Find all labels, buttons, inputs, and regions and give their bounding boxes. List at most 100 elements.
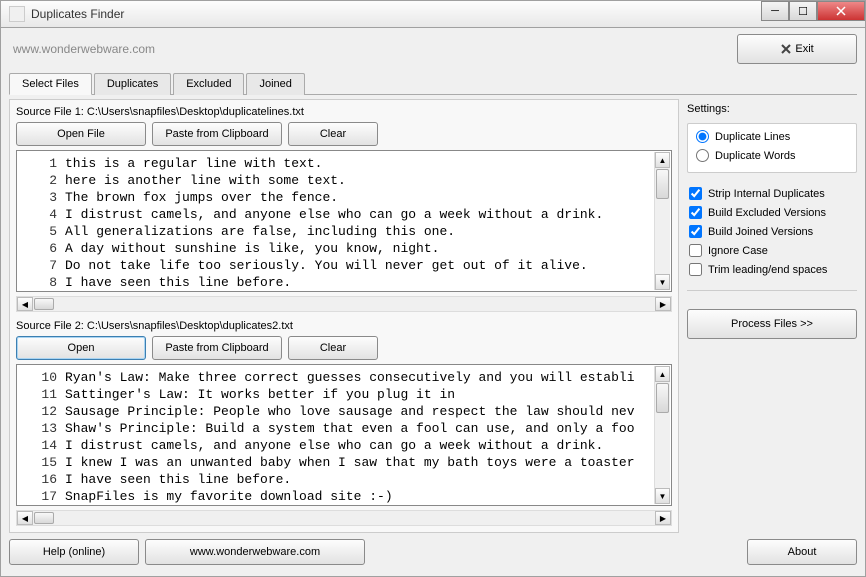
line-number: 10 (17, 369, 65, 386)
scroll-up-icon[interactable]: ▲ (655, 152, 670, 168)
radio-duplicate-lines[interactable]: Duplicate Lines (696, 130, 848, 143)
text-line[interactable]: 10Ryan's Law: Make three correct guesses… (17, 369, 671, 386)
line-number: 11 (17, 386, 65, 403)
line-text: SnapFiles is my favorite download site :… (65, 488, 393, 505)
text-line[interactable]: 7Do not take life too seriously. You wil… (17, 257, 671, 274)
text-line[interactable]: 6A day without sunshine is like, you kno… (17, 240, 671, 257)
check-trim-input[interactable] (689, 263, 702, 276)
text-line[interactable]: 13Shaw's Principle: Build a system that … (17, 420, 671, 437)
source2-clear-button[interactable]: Clear (288, 336, 378, 360)
line-text: I distrust camels, and anyone else who c… (65, 437, 603, 454)
line-text: The brown fox jumps over the fence. (65, 189, 338, 206)
text-line[interactable]: 4I distrust camels, and anyone else who … (17, 206, 671, 223)
radio-lines-input[interactable] (696, 130, 709, 143)
source1-hscrollbar[interactable]: ◀ ▶ (16, 296, 672, 312)
text-line[interactable]: 2here is another line with some text. (17, 172, 671, 189)
window-title: Duplicates Finder (31, 7, 124, 21)
process-files-button[interactable]: Process Files >> (687, 309, 857, 339)
check-excluded-input[interactable] (689, 206, 702, 219)
line-text: Do not take life too seriously. You will… (65, 257, 588, 274)
scroll-thumb[interactable] (34, 298, 54, 310)
app-icon (9, 6, 25, 22)
text-line[interactable]: 17SnapFiles is my favorite download site… (17, 488, 671, 505)
line-number: 17 (17, 488, 65, 505)
line-number: 1 (17, 155, 65, 172)
text-line[interactable]: 3The brown fox jumps over the fence. (17, 189, 671, 206)
line-text: I distrust camels, and anyone else who c… (65, 206, 603, 223)
text-line[interactable]: 1this is a regular line with text. (17, 155, 671, 172)
text-line[interactable]: 8I have seen this line before. (17, 274, 671, 291)
line-text: Sattinger's Law: It works better if you … (65, 386, 455, 403)
check-strip-input[interactable] (689, 187, 702, 200)
source1-clear-button[interactable]: Clear (288, 122, 378, 146)
about-button[interactable]: About (747, 539, 857, 565)
exit-label: Exit (795, 43, 813, 55)
close-button[interactable] (817, 1, 865, 21)
scroll-thumb[interactable] (656, 169, 669, 199)
tab-duplicates[interactable]: Duplicates (94, 73, 171, 95)
text-line[interactable]: 11Sattinger's Law: It works better if yo… (17, 386, 671, 403)
check-joined-label: Build Joined Versions (708, 226, 813, 238)
scroll-down-icon[interactable]: ▼ (655, 488, 670, 504)
check-joined-input[interactable] (689, 225, 702, 238)
text-line[interactable]: 14I distrust camels, and anyone else who… (17, 437, 671, 454)
line-text: I have seen this line before. (65, 471, 291, 488)
line-number: 8 (17, 274, 65, 291)
source1-paste-button[interactable]: Paste from Clipboard (152, 122, 282, 146)
line-number: 4 (17, 206, 65, 223)
source2-hscrollbar[interactable]: ◀ ▶ (16, 510, 672, 526)
line-text: Shaw's Principle: Build a system that ev… (65, 420, 635, 437)
source1-vscrollbar[interactable]: ▲ ▼ (654, 152, 670, 290)
scroll-left-icon[interactable]: ◀ (17, 511, 33, 525)
radio-duplicate-words[interactable]: Duplicate Words (696, 149, 848, 162)
exit-button[interactable]: Exit (737, 34, 857, 64)
tab-strip: Select Files Duplicates Excluded Joined (9, 72, 857, 95)
scroll-right-icon[interactable]: ▶ (655, 511, 671, 525)
source1-open-button[interactable]: Open File (16, 122, 146, 146)
close-icon (780, 43, 792, 55)
help-button[interactable]: Help (online) (9, 539, 139, 565)
source1-textarea[interactable]: 1this is a regular line with text.2here … (16, 150, 672, 292)
settings-divider (687, 290, 857, 291)
line-text: Sausage Principle: People who love sausa… (65, 403, 635, 420)
mode-group: Duplicate Lines Duplicate Words (687, 123, 857, 173)
scroll-thumb[interactable] (34, 512, 54, 524)
check-build-joined[interactable]: Build Joined Versions (689, 225, 855, 238)
check-build-excluded[interactable]: Build Excluded Versions (689, 206, 855, 219)
scroll-left-icon[interactable]: ◀ (17, 297, 33, 311)
check-trim-spaces[interactable]: Trim leading/end spaces (689, 263, 855, 276)
settings-panel: Settings: Duplicate Lines Duplicate Word… (687, 99, 857, 533)
line-number: 12 (17, 403, 65, 420)
check-ignorecase-input[interactable] (689, 244, 702, 257)
scroll-right-icon[interactable]: ▶ (655, 297, 671, 311)
scroll-down-icon[interactable]: ▼ (655, 274, 670, 290)
source2-paste-button[interactable]: Paste from Clipboard (152, 336, 282, 360)
line-number: 3 (17, 189, 65, 206)
source1-path-label: Source File 1: C:\Users\snapfiles\Deskto… (16, 106, 672, 118)
check-strip-label: Strip Internal Duplicates (708, 188, 825, 200)
source2-textarea[interactable]: 10Ryan's Law: Make three correct guesses… (16, 364, 672, 506)
line-text: this is a regular line with text. (65, 155, 322, 172)
text-line[interactable]: 16I have seen this line before. (17, 471, 671, 488)
radio-words-input[interactable] (696, 149, 709, 162)
source2-open-button[interactable]: Open (16, 336, 146, 360)
tab-joined[interactable]: Joined (246, 73, 304, 95)
line-number: 6 (17, 240, 65, 257)
settings-heading: Settings: (687, 103, 857, 115)
check-strip-internal[interactable]: Strip Internal Duplicates (689, 187, 855, 200)
line-text: I have seen this line before. (65, 274, 291, 291)
text-line[interactable]: 5All generalizations are false, includin… (17, 223, 671, 240)
scroll-thumb[interactable] (656, 383, 669, 413)
text-line[interactable]: 15I knew I was an unwanted baby when I s… (17, 454, 671, 471)
scroll-up-icon[interactable]: ▲ (655, 366, 670, 382)
tab-excluded[interactable]: Excluded (173, 73, 244, 95)
source2-vscrollbar[interactable]: ▲ ▼ (654, 366, 670, 504)
website-button[interactable]: www.wonderwebware.com (145, 539, 365, 565)
maximize-button[interactable]: ☐ (789, 1, 817, 21)
line-text: I knew I was an unwanted baby when I saw… (65, 454, 635, 471)
source2-path-label: Source File 2: C:\Users\snapfiles\Deskto… (16, 320, 672, 332)
minimize-button[interactable]: ─ (761, 1, 789, 21)
check-ignore-case[interactable]: Ignore Case (689, 244, 855, 257)
tab-select-files[interactable]: Select Files (9, 73, 92, 95)
text-line[interactable]: 12Sausage Principle: People who love sau… (17, 403, 671, 420)
